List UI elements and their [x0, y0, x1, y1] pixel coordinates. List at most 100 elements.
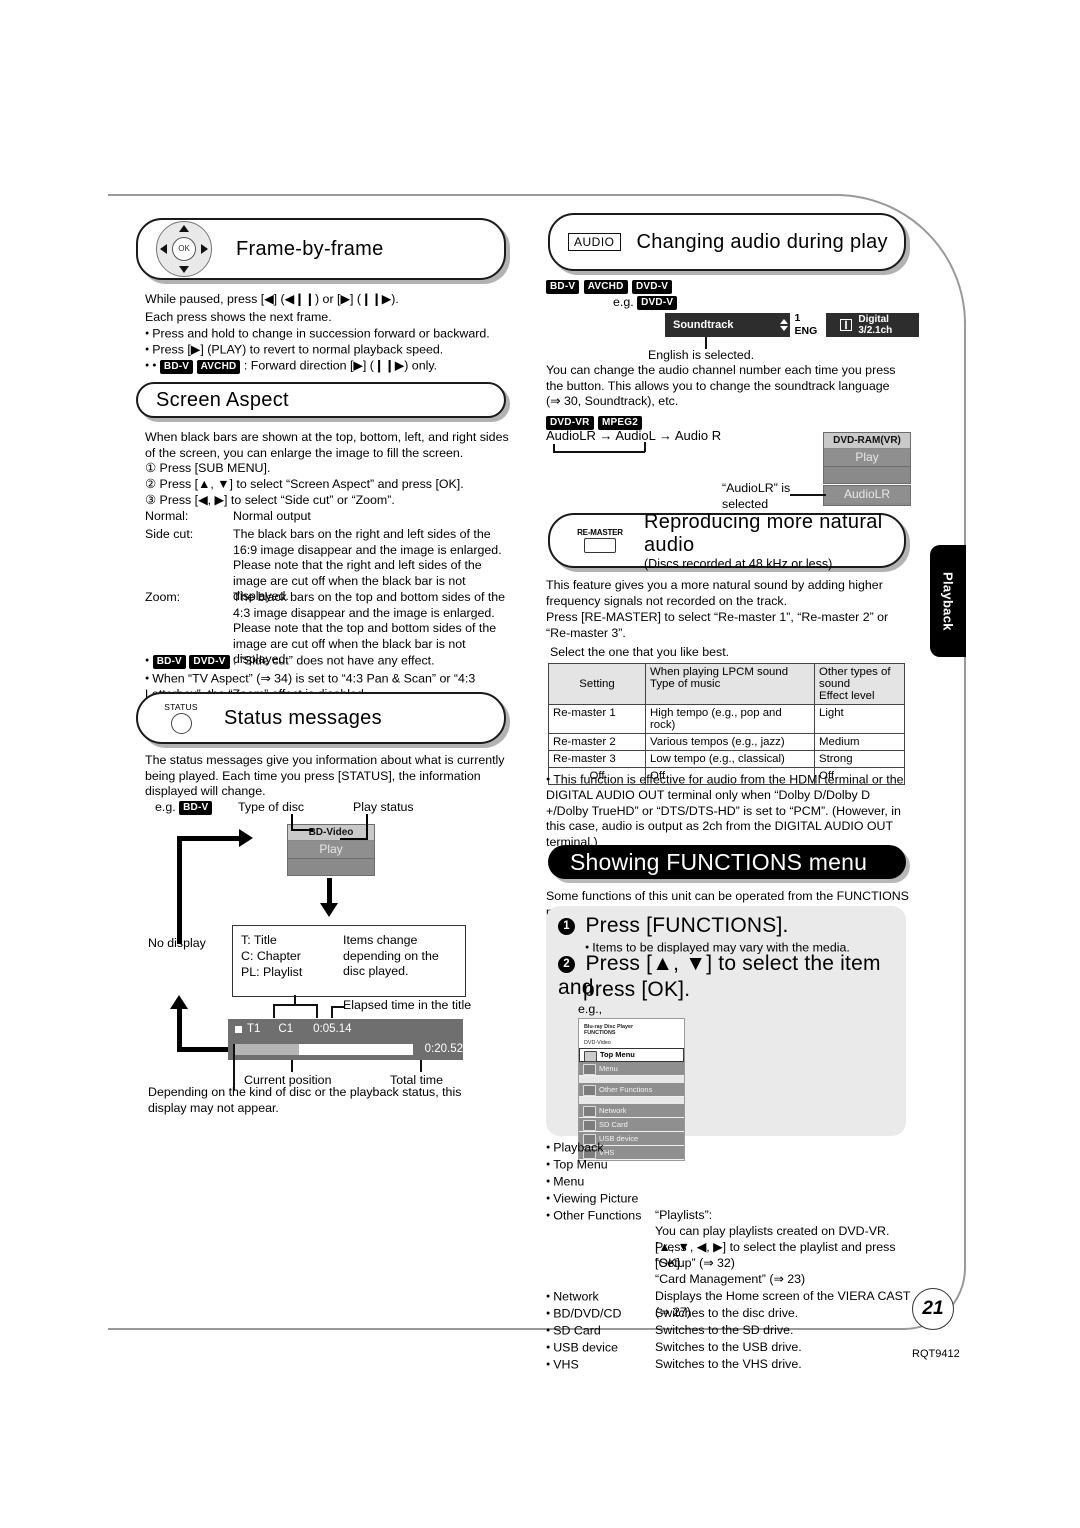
vr-audio-cycle: AudioLR → AudioL → Audio R: [546, 428, 722, 443]
status-elapsed-label: Elapsed time in the title: [343, 998, 472, 1012]
cell-music: Various tempos (e.g., jazz): [645, 733, 815, 751]
table-header-other-l1: Other types of: [819, 666, 891, 678]
menu-item-network[interactable]: Network: [579, 1104, 684, 1118]
menu-gap: [579, 1076, 684, 1083]
audiolr-leader: [790, 494, 826, 496]
osd-dvdram-blank-row: [824, 467, 910, 481]
screen-aspect-step-2: ② Press [▲, ▼] to select “Screen Aspect”…: [145, 477, 464, 491]
cycle-down-line: [327, 878, 332, 906]
menu-item-label: Menu: [599, 1064, 618, 1073]
audio-format-glyph-icon: ❙: [839, 319, 853, 331]
media-chip-dvdv-3: DVD-V: [637, 296, 678, 310]
tc-bracket-right: [316, 1004, 318, 1018]
items-right-note: Items change depending on the disc playe…: [343, 933, 439, 979]
ok-label: OK: [172, 237, 196, 261]
functions-desc-sd-card: Switches to the SD drive.: [655, 1323, 794, 1337]
functions-list-playback: Playback: [546, 1140, 603, 1156]
remaster-subtitle: (Discs recorded at 48 kHz or less): [644, 556, 833, 571]
cell-effect: Strong: [814, 750, 905, 768]
changing-audio-eg-row: e.g. DVD-V: [613, 295, 678, 311]
menu-item-menu[interactable]: Menu: [579, 1062, 684, 1076]
vr-selected-note: “AudioLR” is selected: [722, 481, 791, 511]
menu-item-label: SD Card: [599, 1120, 628, 1129]
status-callout-type-of-disc: Type of disc: [238, 800, 305, 814]
osd-playback-bottom-row: 0:20.52: [228, 1039, 463, 1059]
menu-item-sd-card[interactable]: SD Card: [579, 1118, 684, 1132]
status-button-icon: STATUS: [152, 702, 210, 734]
status-callout-play-status: Play status: [353, 800, 414, 814]
functions-list-sd-card: SD Card: [546, 1323, 601, 1339]
functions-list-bd-dvd-cd: BD/DVD/CD: [546, 1306, 621, 1322]
menu-header-line2: FUNCTIONS: [584, 1030, 616, 1036]
functions-step-1: 1 Press [FUNCTIONS].: [558, 914, 898, 938]
screen-aspect-term-zoom: Zoom:: [145, 590, 181, 604]
functions-desc-usb-device: Switches to the USB drive.: [655, 1340, 802, 1354]
step-2-line2: press [OK].: [583, 978, 691, 1001]
totaltime-leader: [420, 1060, 422, 1072]
remaster-table: Setting When playing LPCM sound Type of …: [548, 663, 905, 785]
osd-bd-video-panel: BD-Video Play: [287, 824, 375, 876]
progress-track: [235, 1043, 413, 1055]
frame-by-frame-bullet-0: Press and hold to change in succession f…: [145, 326, 515, 342]
menu-item-other-functions[interactable]: Other Functions: [579, 1083, 684, 1097]
table-header-setting: Setting: [548, 663, 646, 705]
osd-playback-top-row: T1 C1 0:05.14: [228, 1019, 463, 1039]
status-messages-banner: STATUS Status messages: [136, 692, 506, 744]
items-left-3: PL: Playlist: [241, 965, 303, 979]
screen-aspect-title: Screen Aspect: [156, 388, 289, 411]
table-header-other-l3: Effect level: [819, 690, 875, 702]
menu-icon: [583, 1064, 596, 1075]
osd-dvdram-panel: DVD-RAM(VR) Play: [823, 432, 911, 484]
other-functions-detail-3: “Setup” (⇒ 32): [655, 1256, 735, 1270]
osd-dvdram-disc-type: DVD-RAM(VR): [824, 433, 910, 449]
remaster-body2: Press [RE-MASTER] to select “Re-master 1…: [546, 610, 889, 640]
side-tab-label: Playback: [940, 571, 956, 631]
cycle-arrow-up: [170, 995, 188, 1009]
changing-audio-eg-label: e.g.: [613, 295, 634, 309]
vr-loop-bottom: [553, 451, 645, 453]
remaster-body3: Select the one that you like best.: [550, 645, 730, 659]
manual-page: OK Frame-by-frame While paused, press [◀…: [0, 0, 1080, 1528]
media-chip-bdv-2: BD-V: [152, 654, 186, 669]
functions-list-network: Network: [546, 1289, 598, 1305]
changing-audio-chip-row: BD-V AVCHD DVD-V: [546, 277, 673, 295]
changing-audio-title: Changing audio during play: [636, 230, 888, 253]
frame-by-frame-line2: Each press shows the next frame.: [145, 310, 332, 324]
media-chip-dvdv: DVD-V: [189, 654, 230, 669]
table-header-other-l2: sound: [819, 678, 851, 690]
table-row: Re-master 2 Various tempos (e.g., jazz) …: [548, 733, 905, 751]
menu-item-top-menu[interactable]: Top Menu: [579, 1048, 684, 1062]
document-code: RQT9412: [912, 1348, 960, 1360]
page-frame-right-rule: [964, 320, 966, 1270]
status-icon-circle: [170, 713, 192, 734]
menu-item-label: Network: [599, 1106, 627, 1115]
frame-by-frame-tag-text: : Forward direction [▶] (❙❙▶) only.: [243, 358, 438, 373]
functions-list-vhs: VHS: [546, 1357, 578, 1373]
functions-desc-vhs: Switches to the VHS drive.: [655, 1357, 802, 1371]
frame-by-frame-bullet-1: Press [▶] (PLAY) to revert to normal pla…: [145, 342, 515, 358]
dpad-ok-icon: OK: [156, 221, 212, 277]
menu-item-label: USB device: [599, 1134, 639, 1143]
frame-by-frame-line1: While paused, press [◀] (◀❙❙) or [▶] (❙❙…: [145, 292, 399, 306]
other-functions-detail-0: “Playlists”:: [655, 1208, 713, 1222]
updown-spinner-icon: [779, 319, 788, 331]
menu-item-label: Top Menu: [600, 1050, 635, 1059]
table-row: Re-master 3 Low tempo (e.g., classical) …: [548, 750, 905, 768]
soundtrack-format-text: Digital 3/2.1ch: [858, 314, 893, 336]
menu-header: Blu-ray Disc Player FUNCTIONS DVD-Video: [579, 1019, 684, 1048]
status-items-box: T: Title C: Chapter PL: Playlist Items c…: [232, 925, 466, 997]
page-number: 21: [912, 1288, 954, 1330]
page-frame-top-rule: [108, 194, 838, 196]
osd-dvdram-play-status: Play: [824, 449, 910, 467]
leader-line-b: [291, 829, 313, 831]
frame-by-frame-tag-bullet: ● BD-V AVCHD : Forward direction [▶] (❙❙…: [152, 358, 438, 374]
functions-list-viewing-picture: Viewing Picture: [546, 1191, 638, 1207]
remaster-banner: RE-MASTER Reproducing more natural audio…: [548, 511, 906, 571]
status-messages-body: The status messages give you information…: [145, 753, 505, 799]
osd-total-time: 0:20.52: [424, 1043, 463, 1055]
remaster-bullet-note: This function is effective for audio fro…: [546, 772, 904, 850]
functions-list-usb-device: USB device: [546, 1340, 618, 1356]
osd-soundtrack-bar: Soundtrack 1 ENG ❙ Digital 3/2.1ch: [665, 311, 919, 339]
osd-elapsed-time: 0:05.14: [313, 1023, 352, 1035]
osd-play-status: Play: [288, 841, 374, 859]
